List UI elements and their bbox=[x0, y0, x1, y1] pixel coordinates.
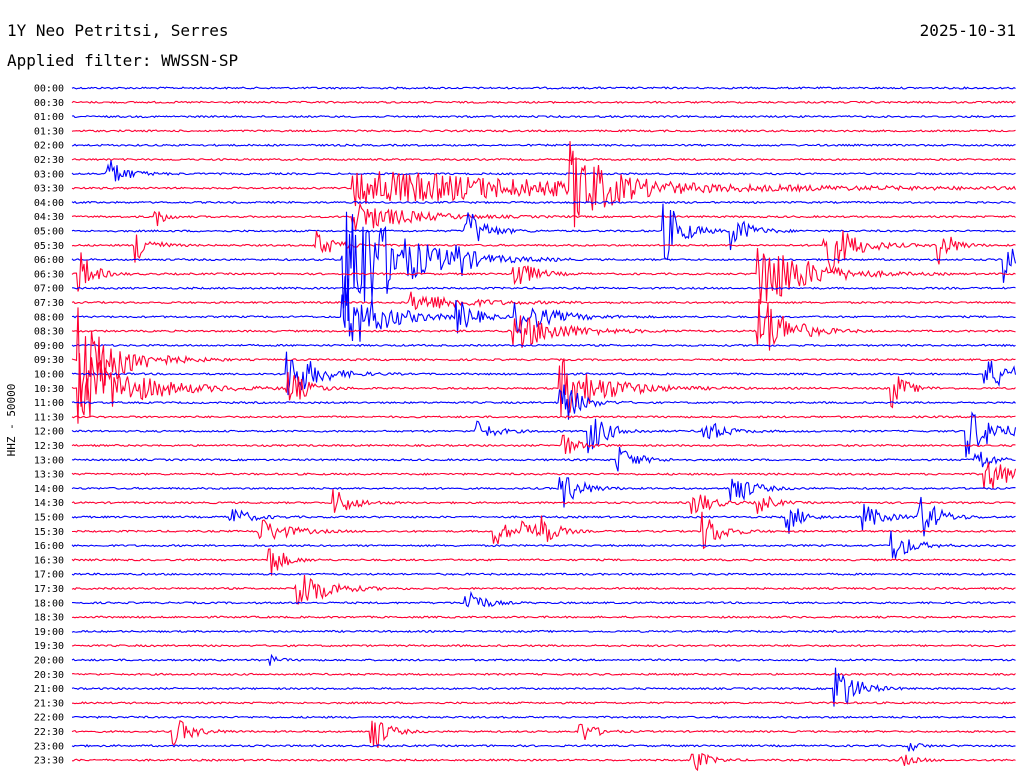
row-time-label: 04:30 bbox=[34, 212, 64, 223]
row-time-label: 08:00 bbox=[34, 312, 64, 323]
trace-row-0630 bbox=[71, 248, 1016, 305]
row-time-label: 23:00 bbox=[34, 741, 64, 752]
row-time-label: 21:30 bbox=[34, 698, 64, 709]
row-time-label: 18:00 bbox=[34, 598, 64, 609]
row-time-label: 06:00 bbox=[34, 255, 64, 266]
trace-row-1800 bbox=[72, 590, 1016, 608]
trace-row-0330 bbox=[71, 141, 1016, 228]
trace-row-1200 bbox=[71, 411, 1017, 458]
row-time-label: 02:00 bbox=[34, 141, 64, 152]
row-time-label: 11:30 bbox=[34, 412, 64, 423]
row-time-label: 05:00 bbox=[34, 227, 64, 238]
row-time-label: 08:30 bbox=[34, 327, 64, 338]
y-axis-label: HHZ - 50000 bbox=[5, 384, 18, 457]
trace-row-0130 bbox=[71, 129, 1016, 133]
trace-row-0230 bbox=[71, 157, 1016, 162]
row-time-label: 21:00 bbox=[34, 684, 64, 695]
trace-row-0930 bbox=[71, 307, 1016, 407]
trace-row-0830 bbox=[71, 299, 1016, 351]
row-time-label: 01:00 bbox=[34, 112, 64, 123]
trace-row-1330 bbox=[71, 462, 1017, 489]
trace-row-1600 bbox=[71, 530, 1016, 559]
row-time-label: 06:30 bbox=[34, 269, 64, 280]
row-time-label: 19:30 bbox=[34, 641, 64, 652]
row-time-label: 15:00 bbox=[34, 513, 64, 524]
trace-row-1900 bbox=[71, 629, 1016, 634]
row-time-label: 00:00 bbox=[34, 84, 64, 95]
trace-row-1430 bbox=[71, 489, 1016, 514]
row-time-label: 22:00 bbox=[34, 713, 64, 724]
row-time-label: 20:30 bbox=[34, 670, 64, 681]
row-time-label: 13:30 bbox=[34, 470, 64, 481]
row-time-label: 10:30 bbox=[34, 384, 64, 395]
trace-row-2200 bbox=[71, 715, 1016, 719]
trace-row-1730 bbox=[71, 575, 1016, 605]
trace-row-0530 bbox=[71, 230, 1016, 274]
helicorder-chart: HHZ - 50000 00:00 00:30 01:00 01:30 02:00 02:3… bbox=[5, 84, 1017, 772]
row-time-label: 22:30 bbox=[34, 727, 64, 738]
row-time-label: 04:00 bbox=[34, 198, 64, 209]
row-time-label: 01:30 bbox=[34, 126, 64, 137]
row-time-label: 05:30 bbox=[34, 241, 64, 252]
row-time-label: 09:30 bbox=[34, 355, 64, 366]
row-time-label: 02:30 bbox=[34, 155, 64, 166]
trace-row-1830 bbox=[71, 615, 1016, 619]
trace-row-1930 bbox=[71, 644, 1016, 648]
trace-row-1230 bbox=[71, 434, 1016, 454]
row-time-label: 03:00 bbox=[34, 169, 64, 180]
row-time-label: 09:00 bbox=[34, 341, 64, 352]
trace-row-0000 bbox=[71, 86, 1016, 90]
row-time-label: 10:00 bbox=[34, 370, 64, 381]
trace-row-1630 bbox=[71, 548, 1016, 576]
row-time-label: 07:30 bbox=[34, 298, 64, 309]
trace-row-0100 bbox=[71, 114, 1016, 119]
trace-row-2230 bbox=[71, 720, 1016, 748]
row-time-label: 17:30 bbox=[34, 584, 64, 595]
trace-row-0030 bbox=[71, 100, 1016, 104]
trace-row-0600 bbox=[71, 211, 1017, 328]
trace-row-2130 bbox=[72, 701, 1016, 705]
trace-row-0430 bbox=[71, 201, 1016, 231]
trace-row-1700 bbox=[71, 572, 1016, 576]
row-time-label: 18:30 bbox=[34, 613, 64, 624]
trace-row-2030 bbox=[71, 672, 1016, 676]
trace-row-0730 bbox=[71, 291, 1016, 311]
helicorder-page: 1Y Neo Petritsi, Serres Applied filter: … bbox=[0, 0, 1024, 780]
row-time-label: 14:00 bbox=[34, 484, 64, 495]
row-time-label: 07:00 bbox=[34, 284, 64, 295]
trace-row-0700 bbox=[72, 286, 1016, 290]
row-time-label: 23:30 bbox=[34, 756, 64, 767]
row-time-label: 11:00 bbox=[34, 398, 64, 409]
trace-row-0200 bbox=[71, 143, 1016, 147]
trace-row-1030 bbox=[71, 353, 1016, 424]
trace-row-0300 bbox=[71, 160, 1016, 182]
row-time-label: 12:30 bbox=[34, 441, 64, 452]
row-time-label: 19:00 bbox=[34, 627, 64, 638]
row-time-label: 15:30 bbox=[34, 527, 64, 538]
trace-row-0500 bbox=[71, 203, 1016, 260]
row-time-label: 16:30 bbox=[34, 555, 64, 566]
row-time-label: 20:00 bbox=[34, 656, 64, 667]
trace-row-0400 bbox=[71, 200, 1016, 205]
trace-row-2000 bbox=[71, 653, 1016, 666]
trace-row-2330 bbox=[72, 752, 1016, 772]
trace-row-0900 bbox=[71, 343, 1016, 348]
row-time-label: 16:00 bbox=[34, 541, 64, 552]
row-time-label: 12:00 bbox=[34, 427, 64, 438]
row-time-label: 14:30 bbox=[34, 498, 64, 509]
row-time-label: 00:30 bbox=[34, 98, 64, 109]
row-time-label: 17:00 bbox=[34, 570, 64, 581]
row-time-label: 03:30 bbox=[34, 184, 64, 195]
trace-row-1530 bbox=[72, 511, 1016, 550]
trace-row-1130 bbox=[71, 415, 1016, 419]
trace-row-2300 bbox=[71, 743, 1016, 752]
trace-row-1300 bbox=[71, 446, 1016, 472]
row-time-label: 13:00 bbox=[34, 455, 64, 466]
